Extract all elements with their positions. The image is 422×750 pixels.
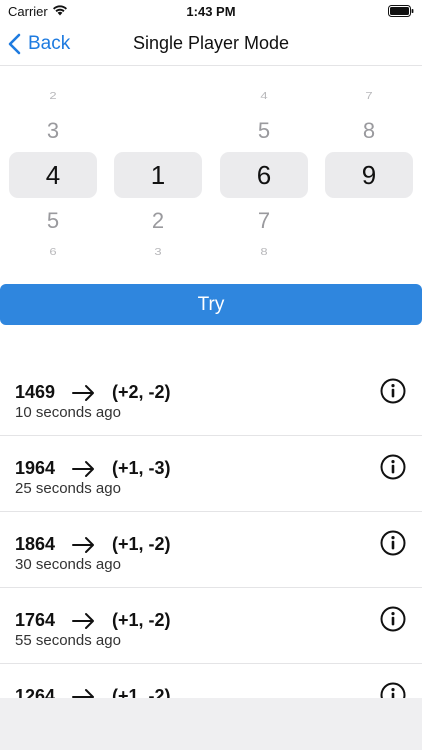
arrow-right-icon <box>72 613 94 629</box>
picker-value-far-above: 7 <box>365 89 373 102</box>
battery-icon <box>388 5 414 17</box>
guess-number: 1264 <box>15 686 56 698</box>
picker-value-far-above: 4 <box>260 89 268 102</box>
picker-value-far-below: 6 <box>49 245 57 258</box>
guess-number: 1864 <box>15 534 56 554</box>
guess-time: 25 seconds ago <box>15 480 121 497</box>
list-item: 1764 (+1, -2) 55 seconds ago <box>0 588 422 664</box>
guess-time: 55 seconds ago <box>15 632 121 649</box>
navigation-bar: Back Single Player Mode <box>0 22 422 66</box>
picker-value-far-below: 8 <box>260 245 268 258</box>
info-icon[interactable] <box>380 378 406 404</box>
list-item: 1864 (+1, -2) 30 seconds ago <box>0 512 422 588</box>
arrow-right-icon <box>72 537 94 553</box>
picker-column-2[interactable]: 1 2 3 <box>114 86 202 266</box>
arrow-right-icon <box>72 385 94 401</box>
picker-value-far-above: 2 <box>49 89 57 102</box>
try-button[interactable]: Try <box>0 284 422 325</box>
guess-time: 30 seconds ago <box>15 556 121 573</box>
picker-value-selected: 6 <box>220 152 308 198</box>
guess-result: (+1, -3) <box>112 458 171 478</box>
guess-number: 1469 <box>15 382 56 402</box>
picker-value-far-below: 3 <box>154 245 162 258</box>
list-item: 1964 (+1, -3) 25 seconds ago <box>0 436 422 512</box>
picker-value-below: 5 <box>46 208 60 233</box>
info-icon[interactable] <box>380 454 406 480</box>
guess-result: (+1, -2) <box>112 686 171 698</box>
guess-time: 10 seconds ago <box>15 404 121 421</box>
picker-column-1[interactable]: 2 3 4 5 6 <box>9 86 97 266</box>
picker-value-below: 2 <box>151 208 165 233</box>
info-icon[interactable] <box>380 682 406 698</box>
picker-value-above: 8 <box>362 118 376 143</box>
guess-result: (+1, -2) <box>112 534 171 554</box>
picker-value-selected: 1 <box>114 152 202 198</box>
picker-value-above: 5 <box>257 118 271 143</box>
list-item: 1469 (+2, -2) 10 seconds ago <box>0 360 422 436</box>
picker-value-selected: 4 <box>9 152 97 198</box>
list-item: 1264 (+1, -2) <box>0 664 422 698</box>
digit-picker: 2 3 4 5 6 1 2 3 4 5 6 7 8 7 8 9 <box>0 86 422 266</box>
status-bar: Carrier 1:43 PM <box>0 0 422 22</box>
picker-value-below: 7 <box>257 208 271 233</box>
page-title: Single Player Mode <box>132 33 290 53</box>
info-icon[interactable] <box>380 530 406 556</box>
guess-result: (+1, -2) <box>112 610 171 630</box>
picker-value-above: 3 <box>46 118 60 143</box>
guess-number: 1964 <box>15 458 56 478</box>
bottom-toolbar-area <box>0 698 422 750</box>
arrow-right-icon <box>72 689 94 698</box>
picker-column-4[interactable]: 7 8 9 <box>325 86 413 266</box>
clock: 1:43 PM <box>186 4 236 19</box>
guess-history-list: 1469 (+2, -2) 10 seconds ago 1964 (+1, -… <box>0 360 422 698</box>
info-icon[interactable] <box>380 606 406 632</box>
guess-number: 1764 <box>15 610 56 630</box>
picker-column-3[interactable]: 4 5 6 7 8 <box>220 86 308 266</box>
arrow-right-icon <box>72 461 94 477</box>
picker-value-selected: 9 <box>325 152 413 198</box>
guess-result: (+2, -2) <box>112 382 171 402</box>
